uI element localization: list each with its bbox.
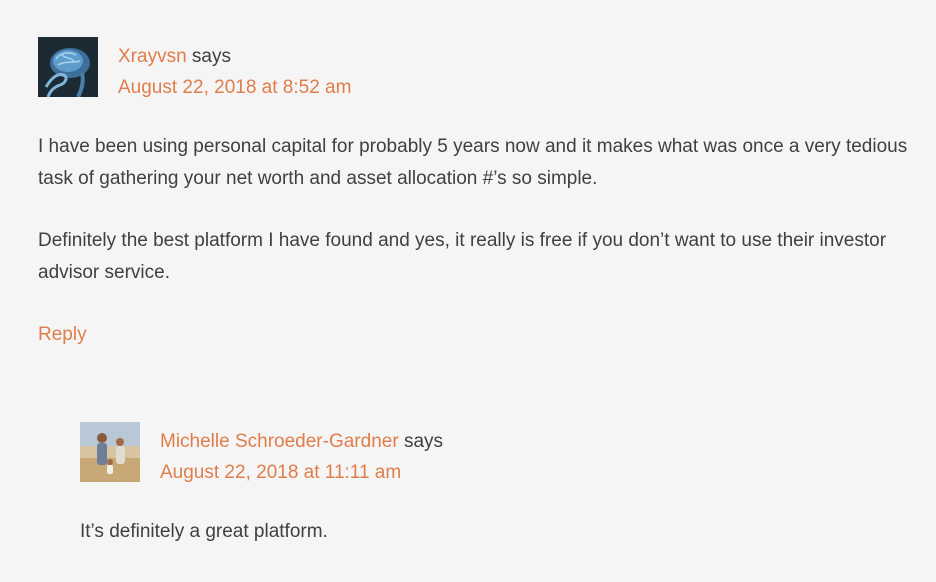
comment-paragraph: I have been using personal capital for p… xyxy=(38,136,908,189)
says-label: says xyxy=(403,431,444,452)
brain-xray-avatar-icon xyxy=(38,37,98,97)
author-link[interactable]: Xrayvsn xyxy=(118,46,187,67)
comment-meta: Michelle Schroeder-Gardner says August 2… xyxy=(160,426,443,488)
comment-header: Michelle Schroeder-Gardner says August 2… xyxy=(80,422,920,484)
comment: Xrayvsn says August 22, 2018 at 8:52 am … xyxy=(38,37,918,345)
reply-link[interactable]: Reply xyxy=(38,319,87,351)
says-label: says xyxy=(191,46,231,67)
comment-meta: Xrayvsn says August 22, 2018 at 8:52 am xyxy=(118,41,351,103)
family-photo-avatar-icon xyxy=(80,422,140,482)
comment-date-link[interactable]: August 22, 2018 at 8:52 am xyxy=(118,77,351,98)
comment-date-link[interactable]: August 22, 2018 at 11:11 am xyxy=(160,462,401,483)
comment-paragraph: Definitely the best platform I have foun… xyxy=(38,230,887,283)
comment-reply: Michelle Schroeder-Gardner says August 2… xyxy=(80,422,920,542)
comment-body: I have been using personal capital for p… xyxy=(38,131,918,289)
comment-body: It’s definitely a great platform. xyxy=(80,516,920,548)
author-link[interactable]: Michelle Schroeder-Gardner xyxy=(160,431,399,452)
comment-header: Xrayvsn says August 22, 2018 at 8:52 am xyxy=(38,37,918,99)
comment-paragraph: It’s definitely a great platform. xyxy=(80,521,328,542)
